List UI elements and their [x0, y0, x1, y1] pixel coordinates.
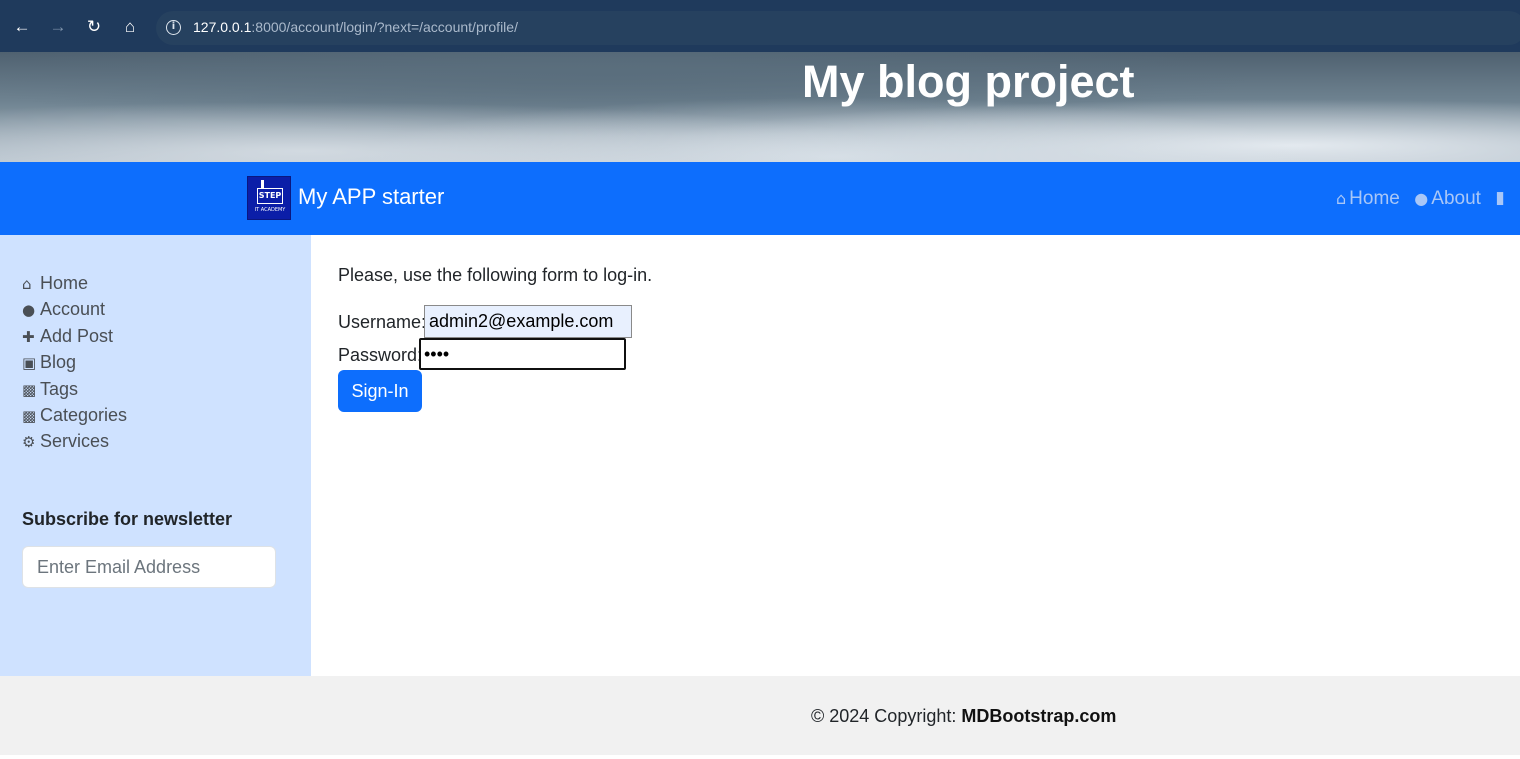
home-icon: ⌂	[1336, 189, 1347, 208]
sidebar-item-label: Home	[40, 273, 89, 293]
nav-item-label: Home	[1349, 188, 1400, 209]
url-text: 127.0.0.1:8000/account/login/?next=/acco…	[193, 19, 518, 35]
brand-logo[interactable]: STEP IT ACADEMY	[247, 176, 291, 220]
briefcase-icon: ▩	[22, 406, 37, 425]
book-icon[interactable]: ▮	[1495, 188, 1509, 208]
newsletter-email-input[interactable]	[22, 546, 276, 588]
password-label: Password:	[338, 345, 423, 365]
site-info-icon[interactable]: i	[166, 20, 181, 35]
sign-in-button[interactable]: Sign-In	[338, 370, 422, 412]
back-arrow-icon[interactable]: ←	[11, 16, 33, 38]
note-icon: ▣	[22, 354, 37, 373]
browser-toolbar: ← → ↻ ⌂ i 127.0.0.1:8000/account/login/?…	[0, 0, 1520, 52]
briefcase-icon: ▩	[22, 380, 37, 399]
sidebar-item-label: Categories	[40, 404, 128, 425]
sidebar-item-account[interactable]: ● Account	[22, 299, 127, 325]
footer: © 2024 Copyright: MDBootstrap.com	[0, 676, 1520, 755]
logo-figure	[261, 180, 264, 188]
reload-icon[interactable]: ↻	[83, 16, 105, 38]
address-bar[interactable]: i 127.0.0.1:8000/account/login/?next=/ac…	[156, 11, 1520, 45]
username-label: Username:	[338, 312, 427, 332]
username-field[interactable]	[424, 305, 632, 338]
home-icon[interactable]: ⌂	[119, 16, 141, 38]
copyright-text: © 2024 Copyright: MDBootstrap.com	[811, 706, 1116, 727]
sidebar: ⌂ Home ● Account ✚ Add Post ▣ Blog ▩ Tags ▩ Ca…	[0, 235, 311, 676]
hero-banner: My blog project	[0, 52, 1520, 162]
sidebar-item-add-post[interactable]: ✚ Add Post	[22, 326, 127, 352]
sidebar-menu: ⌂ Home ● Account ✚ Add Post ▣ Blog ▩ Tags ▩ Ca…	[22, 273, 127, 458]
newsletter-title: Subscribe for newsletter	[22, 509, 233, 529]
nav-item-label: About	[1431, 188, 1481, 209]
sidebar-item-categories[interactable]: ▩ Categories	[22, 405, 127, 431]
sidebar-item-label: Blog	[40, 352, 77, 373]
logo-academy-text: IT ACADEMY	[254, 207, 286, 213]
password-field[interactable]	[419, 338, 626, 370]
plus-icon: ✚	[22, 327, 35, 346]
user-icon: ●	[22, 301, 36, 320]
sidebar-item-home[interactable]: ⌂ Home	[22, 273, 127, 299]
login-intro-text: Please, use the following form to log-in…	[338, 265, 653, 285]
brand-name[interactable]: My APP starter	[298, 184, 444, 210]
top-navbar: STEP IT ACADEMY My APP starter ⌂ Home ● Ab…	[0, 162, 1520, 235]
url-path: :8000/account/login/?next=/account/profi…	[251, 19, 518, 35]
sidebar-item-blog[interactable]: ▣ Blog	[22, 352, 127, 378]
main-content: Please, use the following form to log-in…	[311, 235, 1520, 676]
sidebar-item-label: Services	[40, 431, 110, 452]
page-title: My blog project	[802, 56, 1135, 107]
copyright-prefix: © 2024 Copyright:	[811, 706, 962, 726]
sidebar-item-label: Tags	[40, 378, 79, 399]
top-nav-menu: ⌂ Home ● About ▮	[1336, 188, 1509, 210]
sidebar-item-services[interactable]: ⚙ Services	[22, 431, 127, 457]
url-host: 127.0.0.1	[193, 19, 252, 35]
forward-arrow-icon[interactable]: →	[47, 16, 69, 38]
user-icon: ●	[1414, 189, 1429, 208]
sidebar-item-label: Account	[40, 299, 106, 320]
nav-item-home[interactable]: ⌂ Home	[1336, 188, 1400, 210]
gears-icon: ⚙	[22, 433, 36, 452]
home-icon: ⌂	[22, 275, 32, 293]
copyright-brand-link[interactable]: MDBootstrap.com	[961, 706, 1116, 726]
sidebar-item-tags[interactable]: ▩ Tags	[22, 379, 127, 405]
logo-step-text: STEP	[257, 188, 283, 204]
sidebar-item-label: Add Post	[40, 325, 114, 346]
nav-item-about[interactable]: ● About	[1414, 188, 1481, 210]
